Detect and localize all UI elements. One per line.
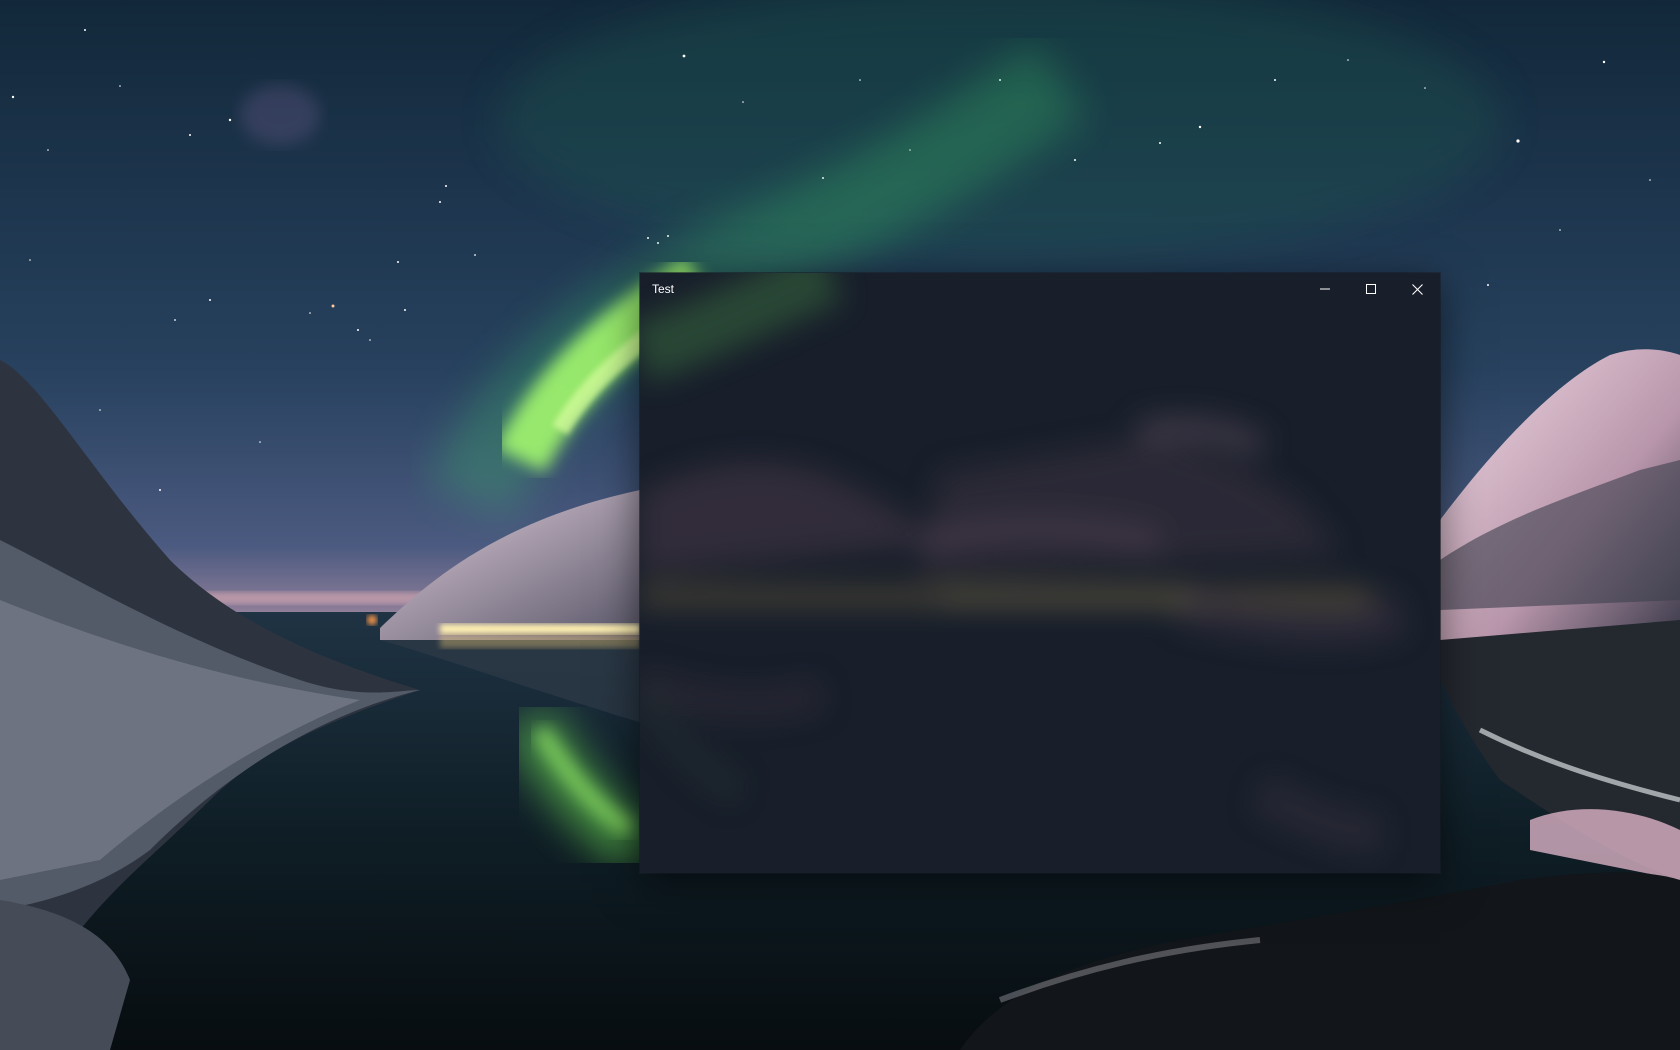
close-icon bbox=[1411, 283, 1423, 295]
minimize-icon bbox=[1320, 288, 1330, 290]
minimize-button[interactable] bbox=[1302, 273, 1348, 305]
title-bar[interactable]: Test bbox=[640, 273, 1440, 305]
window-title: Test bbox=[652, 282, 675, 296]
app-window: Test bbox=[640, 273, 1440, 873]
maximize-icon bbox=[1366, 284, 1376, 294]
desktop: Test bbox=[0, 0, 1680, 1050]
window-content bbox=[640, 305, 1440, 873]
maximize-button[interactable] bbox=[1348, 273, 1394, 305]
close-button[interactable] bbox=[1394, 273, 1440, 305]
